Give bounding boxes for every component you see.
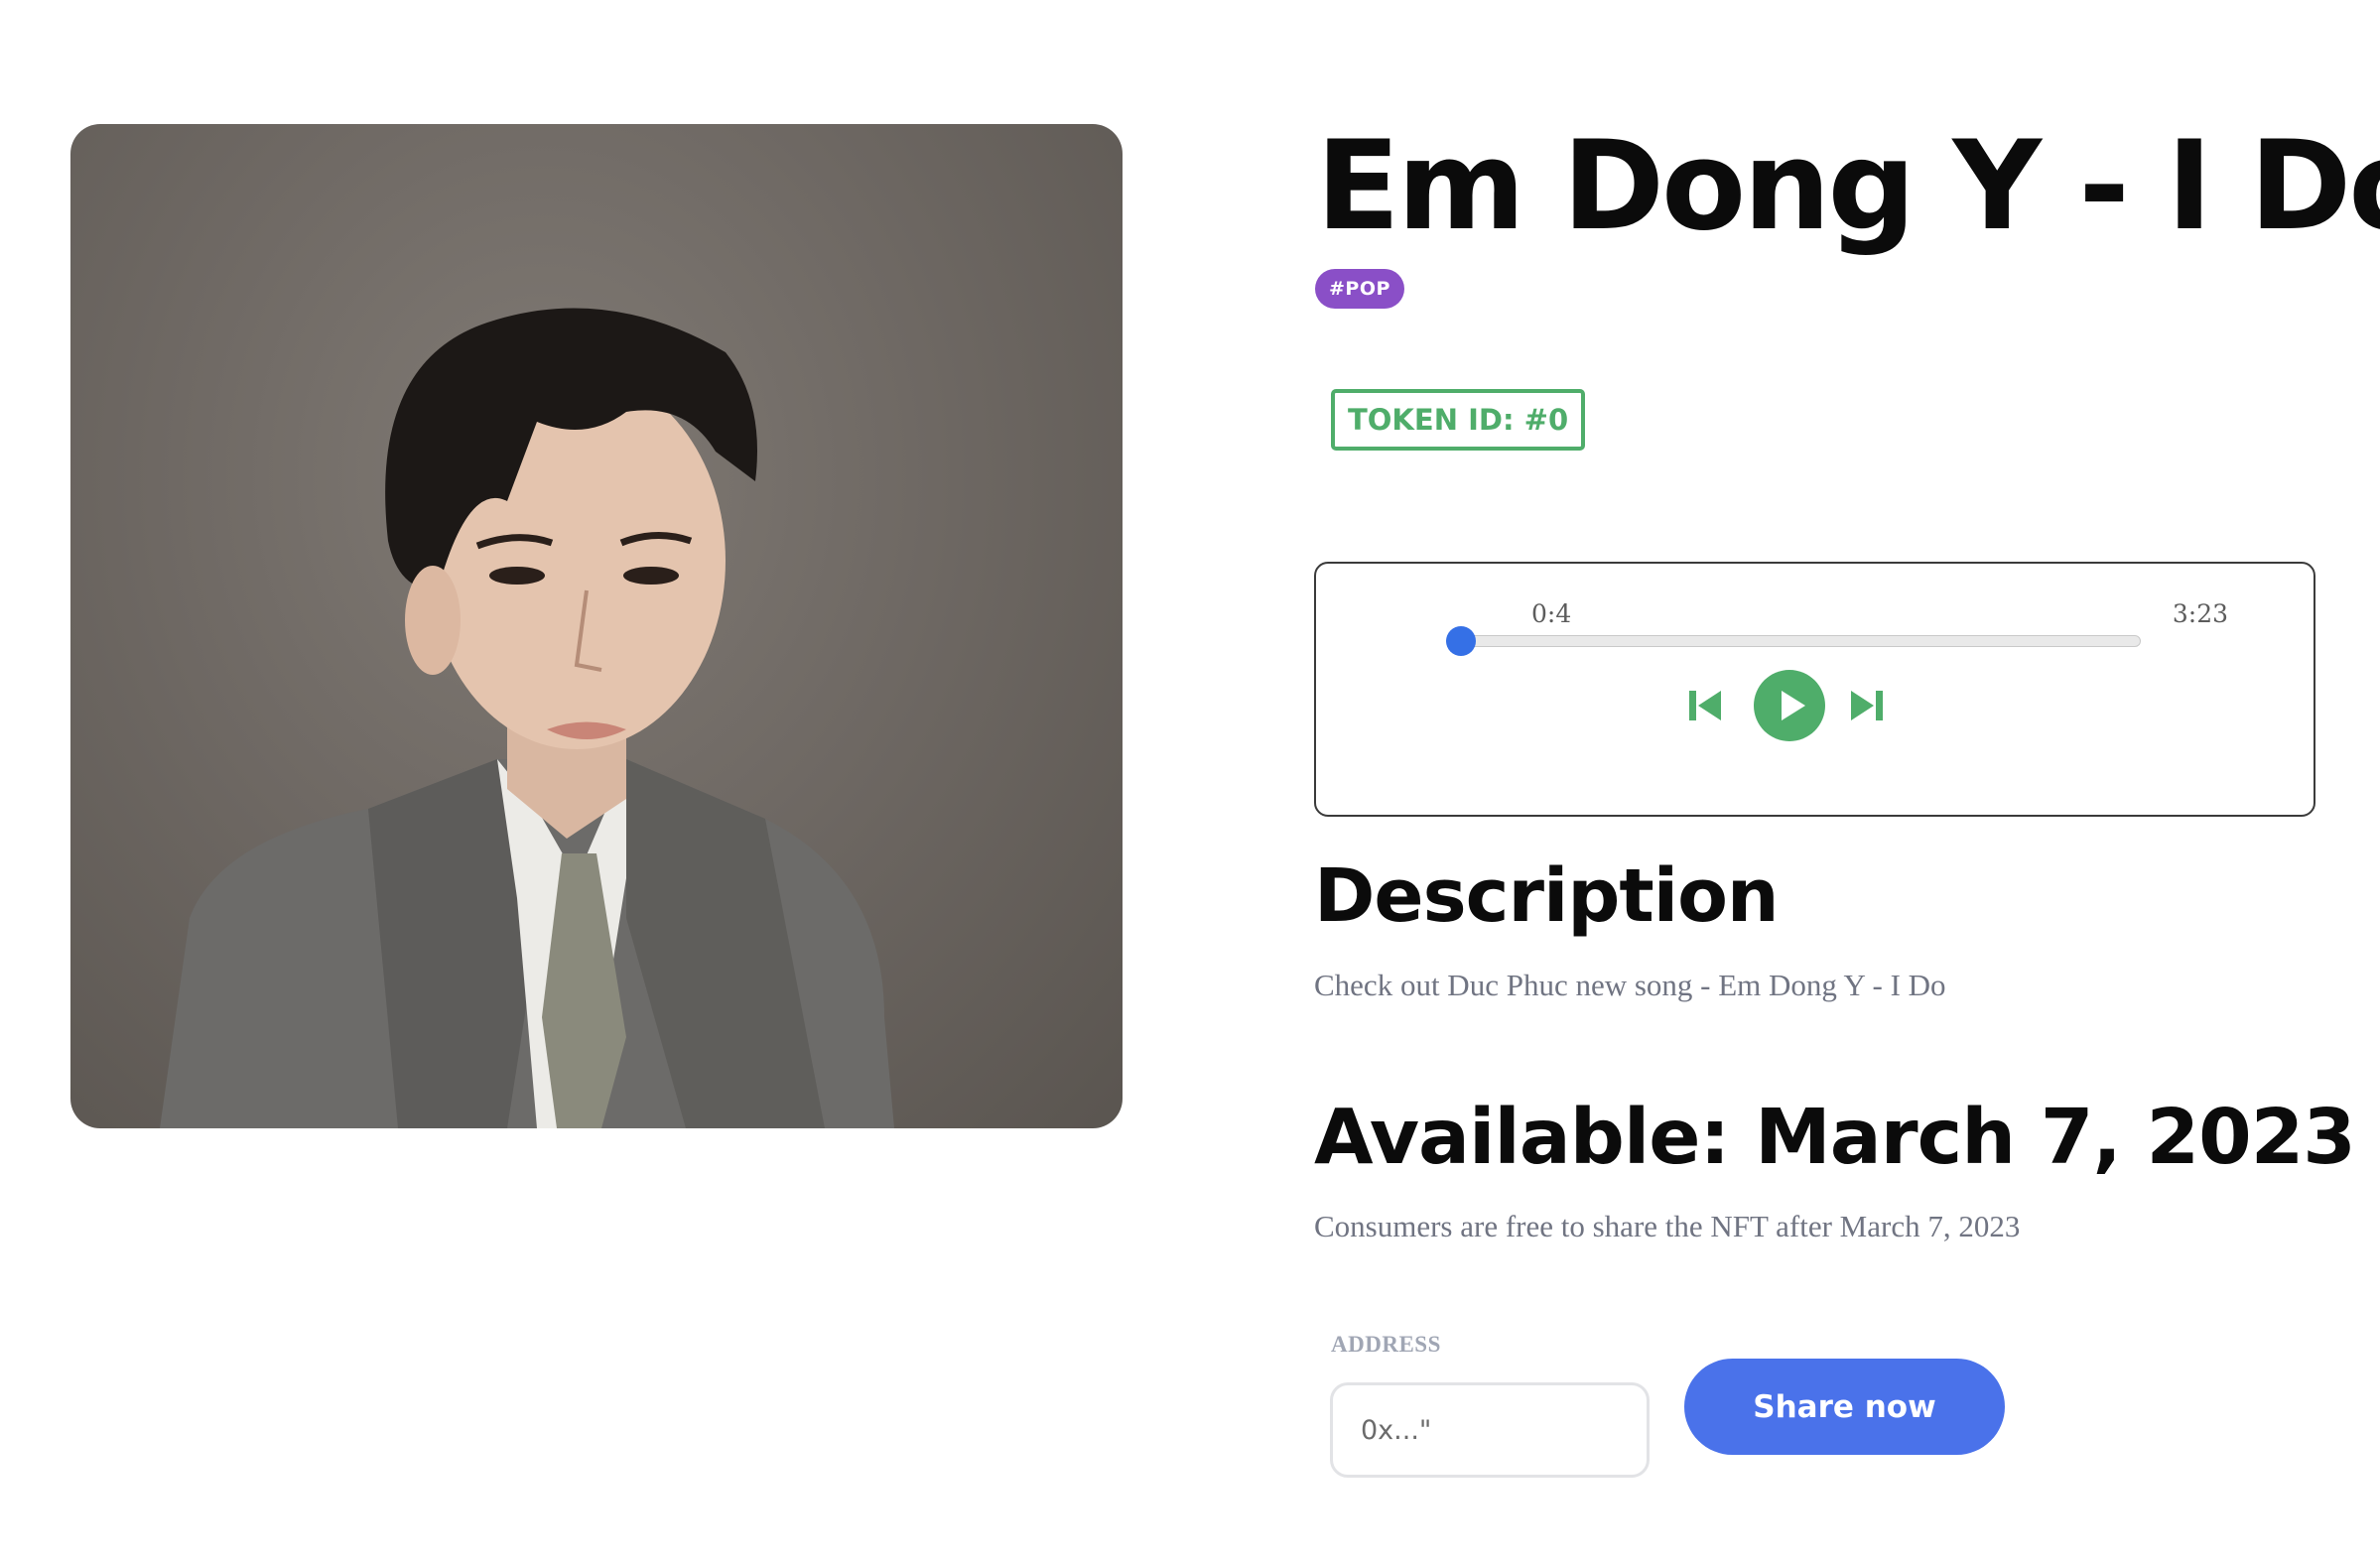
artist-portrait-image bbox=[70, 124, 1123, 1128]
address-input[interactable] bbox=[1330, 1382, 1650, 1478]
portrait-illustration bbox=[160, 308, 894, 1128]
progress-thumb[interactable] bbox=[1445, 626, 1476, 656]
description-heading: Description bbox=[1314, 853, 1780, 939]
total-time: 3:23 bbox=[2172, 599, 2228, 628]
progress-bar[interactable] bbox=[1445, 626, 2141, 656]
share-now-button[interactable]: Share now bbox=[1684, 1359, 2005, 1455]
description-text: Check out Duc Phuc new song - Em Dong Y … bbox=[1314, 968, 1946, 1002]
skip-previous-icon[interactable] bbox=[1686, 687, 1724, 724]
song-title: Em Dong Y - I Do bbox=[1316, 115, 2380, 258]
skip-next-icon[interactable] bbox=[1848, 687, 1886, 724]
play-icon[interactable] bbox=[1754, 670, 1825, 741]
audio-player: 0:4 3:23 bbox=[1314, 562, 2315, 817]
player-controls bbox=[1316, 670, 2314, 741]
genre-tag[interactable]: #POP bbox=[1315, 269, 1404, 309]
address-label: ADDRESS bbox=[1331, 1332, 1441, 1357]
availability-heading: Available: March 7, 2023 bbox=[1314, 1094, 2356, 1182]
token-id-badge: TOKEN ID: #0 bbox=[1331, 389, 1586, 451]
availability-text: Consumers are free to share the NFT afte… bbox=[1314, 1209, 2021, 1243]
current-time: 0:4 bbox=[1531, 599, 1572, 628]
